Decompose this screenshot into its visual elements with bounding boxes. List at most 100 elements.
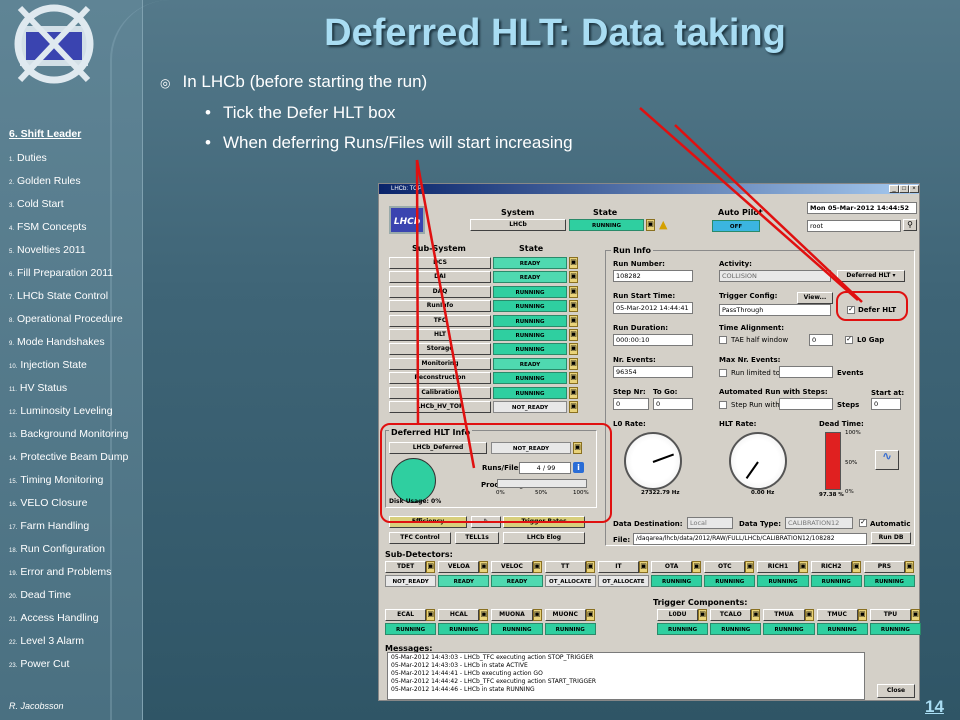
toc-item[interactable]: 15. Timing Monitoring [9,472,128,495]
system-name-button[interactable]: LHCb [470,219,566,231]
subsystem-button[interactable]: Monitoring [389,357,491,370]
lock-icon[interactable]: ▣ [798,561,808,573]
detector-state[interactable]: RUNNING [491,623,543,635]
detector-state[interactable]: READY [491,575,543,587]
subsystem-state[interactable]: RUNNING [493,343,567,356]
lock-icon[interactable]: ▣ [569,343,578,356]
subsystem-state[interactable]: READY [493,357,567,370]
trigger-config-value[interactable]: PassThrough [719,304,831,316]
deferred-mode-select[interactable]: Deferred HLT ▾ [837,270,905,282]
detector-button[interactable]: MUONC [544,609,586,621]
subsystem-state[interactable]: RUNNING [493,329,567,341]
subsystem-state[interactable]: RUNNING [493,372,567,385]
detector-state[interactable]: RUNNING [816,623,868,635]
toc-item[interactable]: 9. Mode Handshakes [9,334,128,357]
lock-icon[interactable]: ▣ [905,561,914,573]
subsystem-button[interactable]: LHCb_HV_TOP [389,401,491,413]
detector-state[interactable]: RUNNING [651,575,703,587]
lock-icon[interactable]: ▣ [639,561,648,573]
lock-icon[interactable]: ▣ [692,561,702,573]
trend-icon[interactable]: ∿ [875,450,899,470]
detector-button[interactable]: TMUC [816,609,858,621]
toc-item[interactable]: 20. Dead Time [9,587,128,610]
step-run-checkbox[interactable] [719,401,727,409]
lock-icon[interactable]: ▣ [911,609,920,621]
subsystem-button[interactable]: Calibration [389,386,491,399]
detector-state[interactable]: READY [438,575,490,587]
detector-state[interactable]: OT_ALLOCATE [597,575,649,587]
lock-icon[interactable]: ▣ [569,372,578,385]
subsystem-button[interactable]: Storage [389,343,491,356]
detector-button[interactable]: TPU [869,609,911,621]
lock-icon[interactable]: ▣ [698,609,708,621]
toc-item[interactable]: 10. Injection State [9,357,128,380]
toc-item[interactable]: 21. Access Handling [9,610,128,633]
data-type-select[interactable]: CALIBRATION12 [785,517,853,529]
tae-checkbox[interactable] [719,336,727,344]
toc-item[interactable]: 8. Operational Procedure [9,311,128,334]
lock-icon[interactable]: ▣ [569,300,578,313]
lock-icon[interactable]: ▣ [569,271,578,284]
detector-state[interactable]: NOT_READY [385,575,437,587]
lock-icon[interactable]: ▣ [479,609,489,621]
toc-item[interactable]: 17. Farm Handling [9,518,128,541]
elog-button[interactable]: LHCb Elog [503,532,585,544]
toc-item[interactable]: 12. Luminosity Leveling [9,403,128,426]
lock-icon[interactable]: ▣ [851,561,861,573]
subsystem-button[interactable]: Reconstruction [389,372,491,385]
toc-item[interactable]: 22. Level 3 Alarm [9,633,128,656]
toc-item[interactable]: 11. HV Status [9,380,128,403]
detector-state[interactable]: RUNNING [763,623,815,635]
max-events-input[interactable] [779,366,833,378]
lock-icon[interactable]: ▣ [569,386,578,399]
close-icon[interactable]: × [909,185,919,193]
lock-icon[interactable]: ▣ [804,609,814,621]
minimize-icon[interactable]: _ [889,185,899,193]
start-at-value[interactable]: 0 [871,398,901,410]
toc-item[interactable]: 14. Protective Beam Dump [9,449,128,472]
run-db-button[interactable]: Run DB [871,532,911,544]
lock-icon[interactable]: ▣ [569,314,578,327]
detector-state[interactable]: RUNNING [385,623,437,635]
detector-button[interactable]: RICH1 [757,561,799,573]
subsystem-state[interactable]: READY [493,257,567,269]
subsystem-state[interactable]: NOT_READY [493,401,567,413]
close-button[interactable]: Close [877,684,915,698]
steps-input[interactable] [779,398,833,410]
toc-item[interactable]: 7. LHCb State Control [9,288,128,311]
detector-button[interactable]: RICH2 [810,561,852,573]
maximize-icon[interactable]: □ [899,185,909,193]
search-icon[interactable]: ⚲ [903,219,917,231]
detector-state[interactable]: RUNNING [438,623,490,635]
detector-button[interactable]: TCALO [710,609,752,621]
lock-icon[interactable]: ▣ [585,609,595,621]
lock-icon[interactable]: ▣ [532,609,542,621]
toc-title[interactable]: 6. Shift Leader [9,128,81,140]
lock-icon[interactable]: ▣ [426,609,436,621]
detector-button[interactable]: ECAL [385,609,427,621]
toc-item[interactable]: 6. Fill Preparation 2011 [9,265,128,288]
detector-button[interactable]: TMUA [763,609,805,621]
view-button[interactable]: View... [797,292,833,304]
toc-item[interactable]: 16. VELO Closure [9,495,128,518]
lock-icon[interactable]: ▣ [585,561,595,573]
detector-button[interactable]: VELOA [438,561,480,573]
detector-state[interactable]: RUNNING [863,575,915,587]
run-limited-checkbox[interactable] [719,369,727,377]
tell1s-button[interactable]: TELL1s [455,532,499,544]
lock-icon[interactable]: ▣ [569,401,578,413]
data-dest-select[interactable]: Local [687,517,733,529]
automatic-checkbox[interactable]: ✓ [859,519,867,527]
subsystem-state[interactable]: RUNNING [493,285,567,298]
system-state[interactable]: RUNNING [569,219,644,231]
autopilot-state[interactable]: OFF [712,220,760,232]
detector-button[interactable]: TDET [385,561,427,573]
lock-icon[interactable]: ▣ [569,285,578,298]
toc-item[interactable]: 19. Error and Problems [9,564,128,587]
subsystem-button[interactable]: TFC [389,314,491,327]
tfc-control-button[interactable]: TFC Control [389,532,451,544]
toc-item[interactable]: 23. Power Cut [9,656,128,679]
lock-icon[interactable]: ▣ [745,561,755,573]
lock-icon[interactable]: ▣ [569,329,578,341]
detector-state[interactable]: RUNNING [544,623,596,635]
